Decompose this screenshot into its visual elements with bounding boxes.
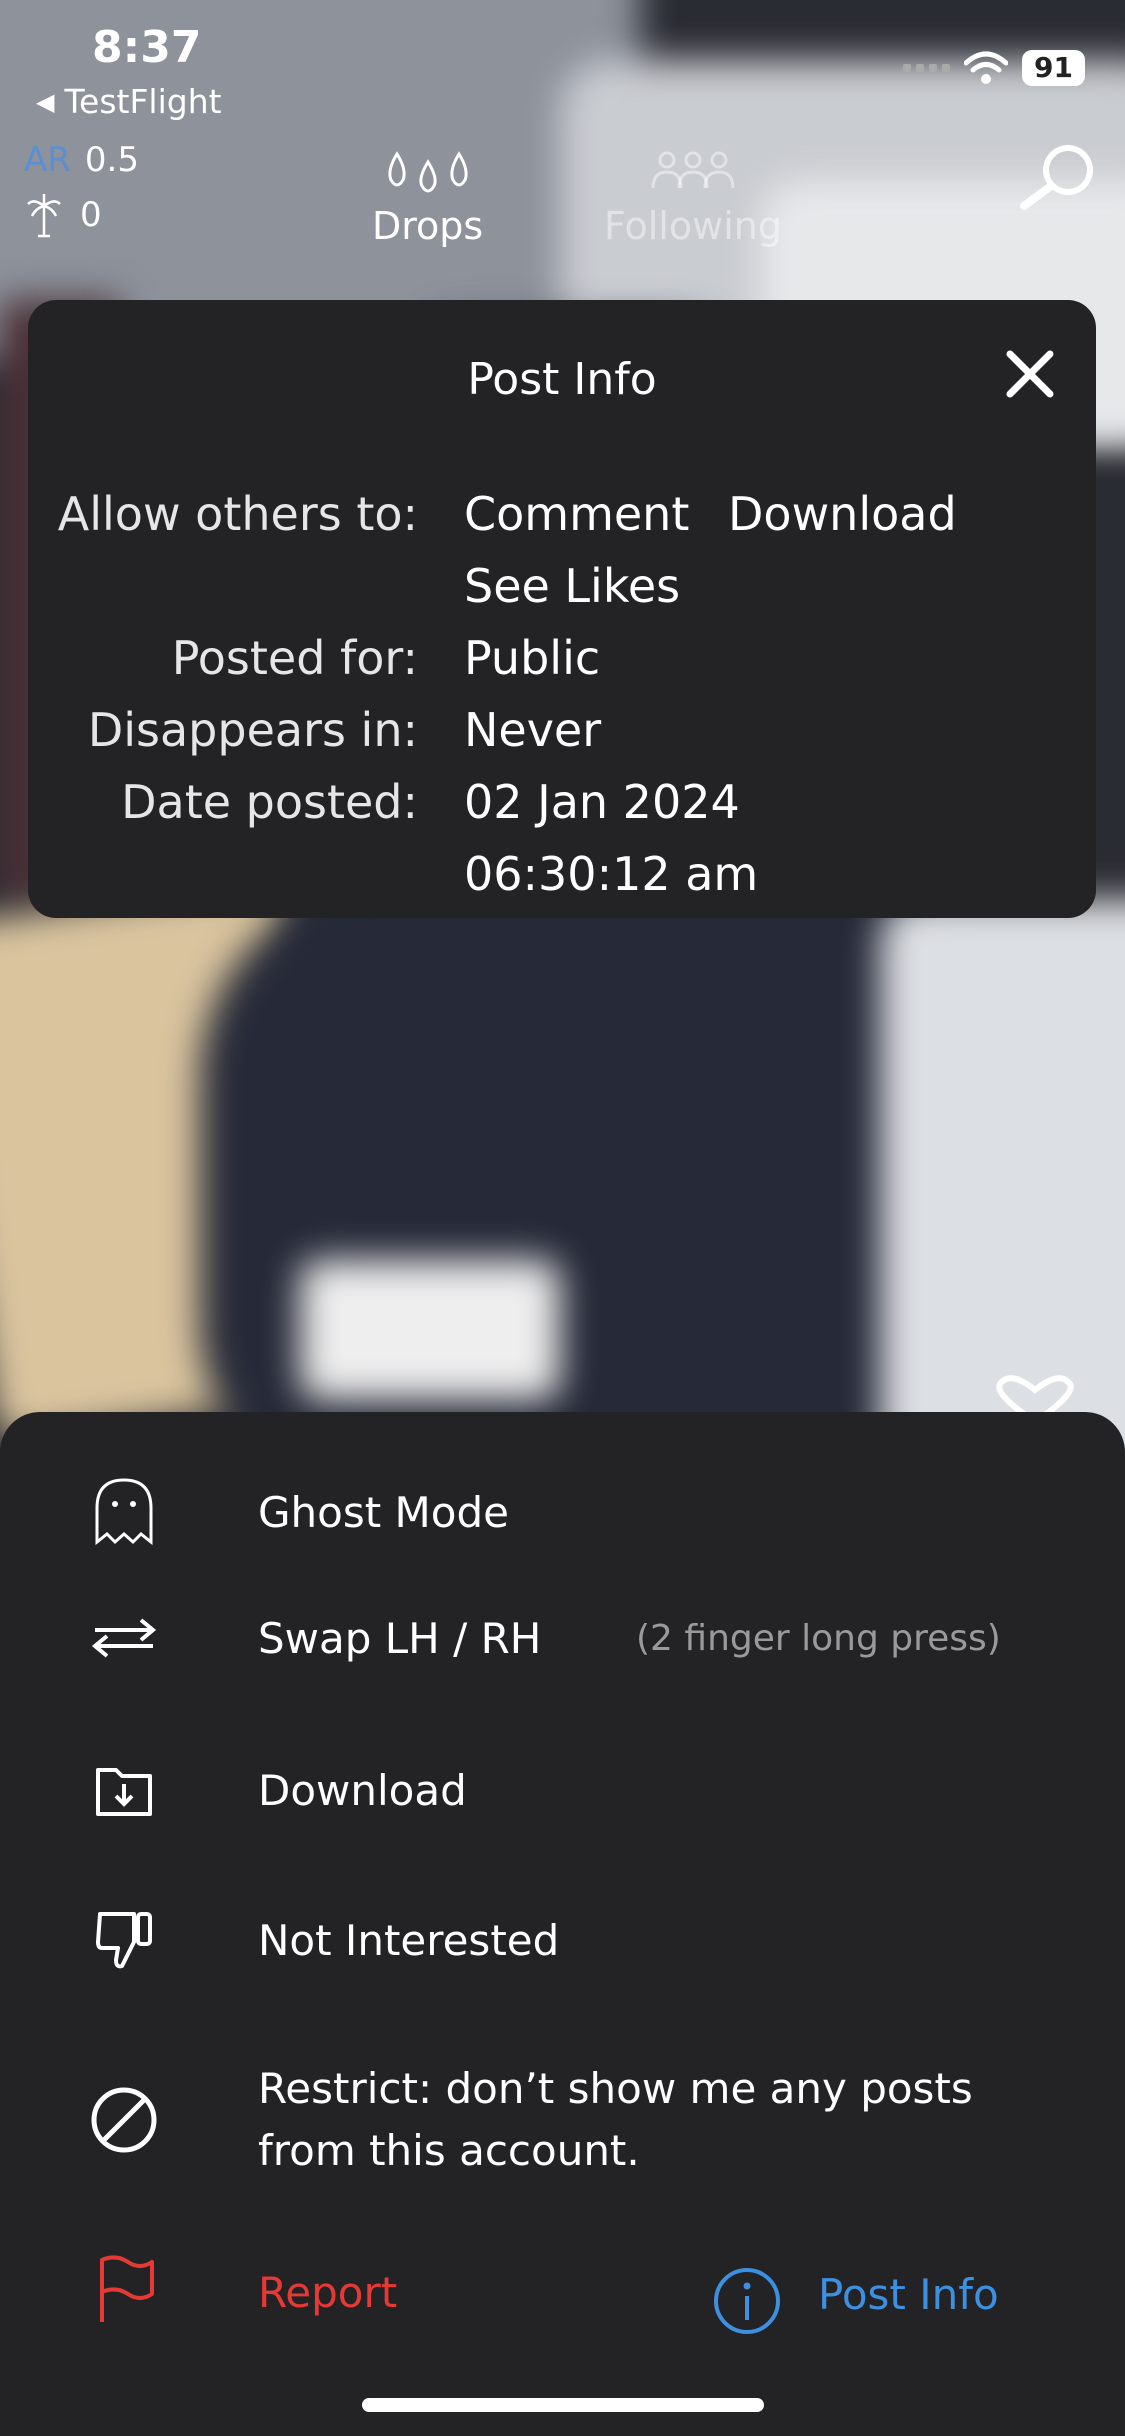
posted-for-label: Posted for: <box>171 631 418 685</box>
allow-download: Download <box>728 487 957 541</box>
palm-tree-icon <box>27 194 61 238</box>
coin-stat: 0 <box>26 192 102 238</box>
date-posted-value: 02 Jan 2024 <box>464 775 740 829</box>
people-icon <box>651 151 735 189</box>
search-icon <box>1020 145 1093 210</box>
close-icon[interactable] <box>1000 344 1060 404</box>
flag-icon <box>100 2255 154 2322</box>
search-button[interactable] <box>1016 140 1102 214</box>
cellular-signal-icon <box>903 64 951 72</box>
allow-values: Comment Download <box>464 478 1096 550</box>
post-info-details: Allow others to: Comment Download See Li… <box>28 478 1096 910</box>
not-interested-item[interactable]: Not Interested <box>0 1890 1125 1990</box>
ghost-icon <box>95 1478 153 1546</box>
tab-following-label: Following <box>604 204 782 248</box>
battery-level: 91 <box>1022 50 1085 86</box>
report-button[interactable]: Report <box>96 2254 397 2324</box>
block-icon <box>91 2087 157 2153</box>
restrict-label: Restrict: don’t show me any posts from t… <box>258 2058 1018 2182</box>
back-app-label: TestFlight <box>64 82 222 121</box>
restrict-account-item[interactable]: Restrict: don’t show me any posts from t… <box>0 2064 1125 2175</box>
download-item[interactable]: Download <box>0 1740 1125 1840</box>
posted-for-value: Public <box>464 631 601 685</box>
not-interested-label: Not Interested <box>258 1915 560 1965</box>
ar-label: AR <box>24 140 71 180</box>
allow-label: Allow others to: <box>57 487 418 541</box>
time-posted-value: 06:30:12 am <box>464 847 759 901</box>
wifi-icon <box>964 51 1009 84</box>
ar-stat: AR 0.5 <box>24 140 139 180</box>
status-indicators: 91 <box>903 50 1085 86</box>
post-info-button[interactable]: Post Info <box>712 2266 999 2340</box>
restrict-label-line2: from this account. <box>258 2126 640 2175</box>
thumbs-down-icon <box>96 1912 152 1969</box>
disappears-value: Never <box>464 703 602 757</box>
tab-following[interactable]: Following <box>604 150 782 248</box>
disappears-label: Disappears in: <box>87 703 418 757</box>
swap-hands-item[interactable]: Swap LH / RH (2 finger long press) <box>0 1588 1125 1688</box>
back-arrow-icon: ◀ <box>36 87 55 116</box>
coin-value: 0 <box>80 195 102 235</box>
status-time: 8:37 <box>92 22 202 73</box>
tab-drops[interactable]: Drops <box>372 150 483 248</box>
ghost-mode-label: Ghost Mode <box>258 1487 509 1537</box>
ghost-mode-item[interactable]: Ghost Mode <box>0 1462 1125 1562</box>
report-label: Report <box>258 2268 398 2317</box>
swap-hands-hint: (2 finger long press) <box>636 1617 1001 1659</box>
post-info-label: Post Info <box>818 2270 999 2319</box>
restrict-label-line1: Restrict: don’t show me any posts <box>258 2064 973 2113</box>
folder-download-icon <box>96 1768 152 1816</box>
download-label: Download <box>258 1765 467 1815</box>
date-posted-label: Date posted: <box>121 775 418 829</box>
post-info-title: Post Info <box>467 354 657 405</box>
swap-hands-label: Swap LH / RH <box>258 1613 542 1663</box>
drops-icon <box>387 151 468 193</box>
home-indicator[interactable] <box>362 2398 764 2412</box>
post-info-card: Post Info Allow others to: Comment Downl… <box>28 300 1096 918</box>
swap-arrows-icon <box>91 1618 157 1658</box>
tab-drops-label: Drops <box>372 204 484 248</box>
info-icon <box>714 2268 780 2334</box>
back-to-testflight-link[interactable]: ◀ TestFlight <box>36 82 222 121</box>
allow-comment: Comment <box>464 487 690 541</box>
ar-value: 0.5 <box>84 140 139 180</box>
allow-see-likes: See Likes <box>464 559 681 613</box>
